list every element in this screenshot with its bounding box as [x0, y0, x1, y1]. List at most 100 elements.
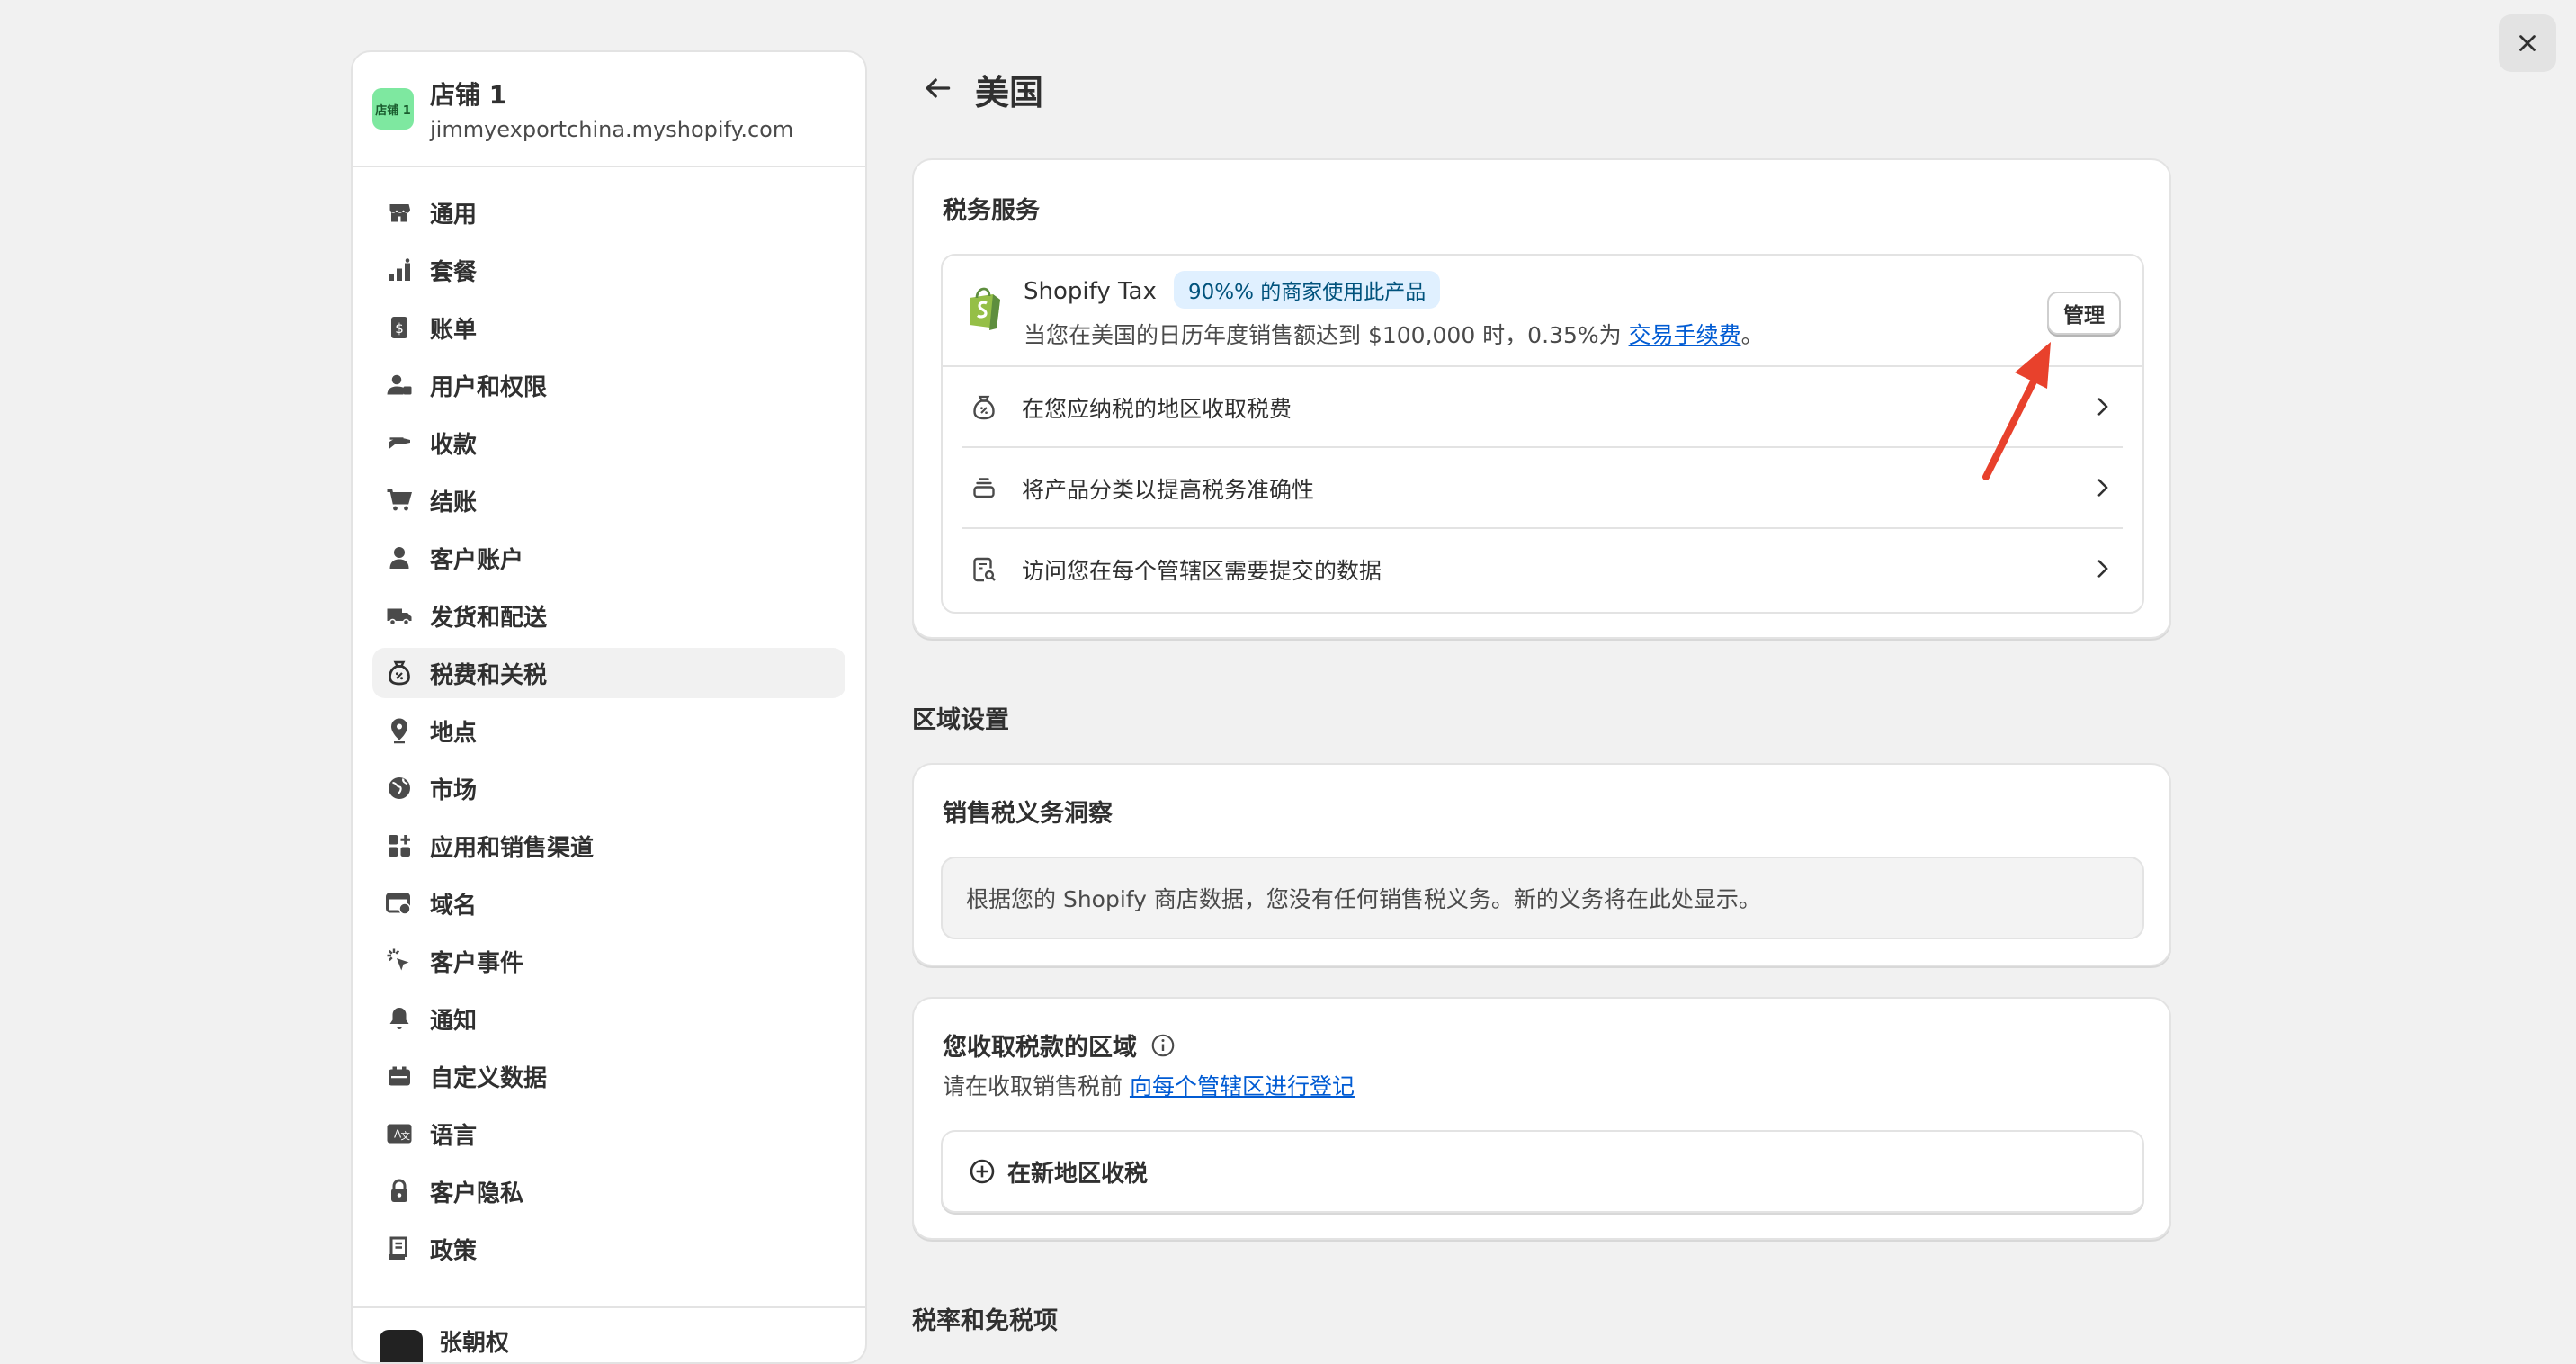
sidebar-item-languages[interactable]: A文 语言 — [372, 1108, 845, 1159]
info-icon[interactable] — [1149, 1032, 1176, 1059]
shopify-tax-header: Shopify Tax 90%% 的商家使用此产品 当您在美国的日历年度销售额达… — [943, 256, 2142, 367]
tax-regions-card: 您收取税款的区域 请在收取销售税前 向每个管辖区进行登记 在新地区收税 — [912, 997, 2171, 1240]
sidebar-item-label: 用户和权限 — [430, 373, 548, 401]
sidebar-item-general[interactable]: 通用 — [372, 187, 845, 238]
description-suffix: 。 — [1740, 322, 1764, 348]
person-icon — [385, 543, 414, 572]
payments-icon — [385, 428, 414, 457]
annotation-arrow — [1979, 333, 2060, 489]
regional-settings-heading: 区域设置 — [912, 706, 1009, 734]
tax-bag-icon — [970, 393, 998, 422]
svg-text:文: 文 — [401, 1130, 411, 1142]
lock-icon — [385, 1177, 414, 1206]
sidebar-item-label: 税费和关税 — [430, 661, 548, 689]
page-header: 美国 — [921, 65, 1043, 114]
insight-message: 根据您的 Shopify 商店数据，您没有任何销售税义务。新的义务将在此处显示。 — [966, 886, 1761, 912]
avatar — [380, 1330, 423, 1362]
store-url: jimmyexportchina.myshopify.com — [430, 117, 794, 142]
usage-badge: 90%% 的商家使用此产品 — [1173, 271, 1441, 309]
sidebar-item-label: 账单 — [430, 316, 478, 344]
sidebar-item-label: 自定义数据 — [430, 1064, 548, 1092]
sidebar-item-label: 市场 — [430, 776, 478, 804]
sidebar-item-plan[interactable]: 套餐 — [372, 245, 845, 295]
add-region-label: 在新地区收税 — [1007, 1160, 1149, 1188]
shopify-tax-name: Shopify Tax — [1024, 278, 1157, 305]
insight-message-box: 根据您的 Shopify 商店数据，您没有任何销售税义务。新的义务将在此处显示。 — [941, 857, 2144, 939]
chevron-right-icon — [2090, 475, 2115, 504]
row-label: 在您应纳税的地区收取税费 — [1022, 396, 1292, 422]
register-link[interactable]: 向每个管辖区进行登记 — [1130, 1073, 1355, 1099]
sidebar-item-taxes[interactable]: 税费和关税 — [372, 648, 845, 698]
tax-regions-title: 您收取税款的区域 — [943, 1034, 1137, 1062]
user-account[interactable]: 张朝权 — [353, 1306, 865, 1362]
tax-regions-title-row: 您收取税款的区域 — [943, 1027, 1176, 1063]
plus-circle-icon — [968, 1157, 997, 1186]
billing-icon: $ — [385, 313, 414, 342]
chevron-right-icon — [2090, 394, 2115, 423]
sidebar-item-shipping[interactable]: 发货和配送 — [372, 590, 845, 641]
sidebar-item-label: 客户事件 — [430, 949, 524, 977]
sidebar-item-label: 套餐 — [430, 258, 478, 286]
sidebar-item-apps[interactable]: 应用和销售渠道 — [372, 821, 845, 871]
metafield-icon — [385, 1062, 414, 1090]
shopify-logo-icon — [962, 285, 1006, 336]
add-region-button[interactable]: 在新地区收税 — [941, 1130, 2144, 1213]
sidebar-item-privacy[interactable]: 客户隐私 — [372, 1166, 845, 1216]
chevron-right-icon — [2090, 556, 2115, 585]
store-icon — [385, 198, 414, 227]
sidebar-item-custom-data[interactable]: 自定义数据 — [372, 1051, 845, 1101]
manage-button[interactable]: 管理 — [2047, 292, 2121, 335]
row-label: 访问您在每个管辖区需要提交的数据 — [1022, 558, 1382, 584]
description-text: 当您在美国的日历年度销售额达到 $100,000 时，0.35%为 — [1024, 322, 1629, 348]
tax-bag-icon — [385, 659, 414, 687]
close-button[interactable] — [2499, 14, 2556, 72]
sidebar-item-customer-events[interactable]: 客户事件 — [372, 936, 845, 986]
product-stack-icon — [970, 474, 998, 503]
sidebar-item-label: 地点 — [430, 719, 478, 747]
back-arrow-icon[interactable] — [921, 72, 953, 108]
sidebar-item-label: 应用和销售渠道 — [430, 834, 595, 862]
sidebar-item-customer-accounts[interactable]: 客户账户 — [372, 533, 845, 583]
apps-icon — [385, 831, 414, 860]
sidebar-item-label: 语言 — [430, 1122, 478, 1150]
row-label: 将产品分类以提高税务准确性 — [1022, 477, 1315, 503]
rates-exemptions-heading: 税率和免税项 — [912, 1307, 1058, 1335]
sidebar-item-payments[interactable]: 收款 — [372, 417, 845, 468]
insight-title: 销售税义务洞察 — [943, 800, 1113, 828]
sidebar-item-label: 政策 — [430, 1237, 478, 1265]
shopify-tax-box: Shopify Tax 90%% 的商家使用此产品 当您在美国的日历年度销售额达… — [941, 254, 2144, 614]
bell-icon — [385, 1004, 414, 1033]
sidebar-item-locations[interactable]: 地点 — [372, 705, 845, 756]
svg-text:$: $ — [395, 320, 404, 337]
location-icon — [385, 716, 414, 745]
store-switcher[interactable]: 店铺 1 店铺 1 jimmyexportchina.myshopify.com — [353, 52, 865, 167]
sidebar-item-users[interactable]: 用户和权限 — [372, 360, 845, 410]
sidebar-item-label: 收款 — [430, 431, 478, 459]
tax-obligation-insight-card: 销售税义务洞察 根据您的 Shopify 商店数据，您没有任何销售税义务。新的义… — [912, 763, 2171, 966]
filing-data-row[interactable]: 访问您在每个管辖区需要提交的数据 — [943, 529, 2142, 610]
sidebar-item-label: 通用 — [430, 201, 478, 229]
shopify-tax-description: 当您在美国的日历年度销售额达到 $100,000 时，0.35%为 交易手续费。 — [1024, 318, 1764, 350]
sidebar-item-checkout[interactable]: 结账 — [372, 475, 845, 525]
cart-icon — [385, 486, 414, 515]
policy-icon — [385, 1234, 414, 1263]
globe-icon — [385, 774, 414, 803]
page-title: 美国 — [975, 73, 1044, 112]
sidebar-item-billing[interactable]: $ 账单 — [372, 302, 845, 353]
sidebar-item-domains[interactable]: 域名 — [372, 878, 845, 929]
collect-tax-row[interactable]: 在您应纳税的地区收取税费 — [943, 367, 2142, 448]
transaction-fee-link[interactable]: 交易手续费 — [1629, 322, 1741, 348]
sidebar-item-markets[interactable]: 市场 — [372, 763, 845, 813]
sidebar-item-label: 通知 — [430, 1007, 478, 1035]
store-name: 店铺 1 — [430, 80, 507, 110]
plan-icon — [385, 256, 414, 284]
sidebar-item-label: 域名 — [430, 892, 478, 920]
settings-nav: 通用 套餐 $ 账单 用户和权限 收款 结账 客户账户 发货和配送 税费和关税 … — [353, 167, 865, 1274]
report-search-icon — [970, 555, 998, 584]
sidebar-item-policies[interactable]: 政策 — [372, 1224, 845, 1274]
tax-services-title: 税务服务 — [943, 197, 1040, 225]
sidebar-item-label: 客户账户 — [430, 546, 524, 574]
categorize-products-row[interactable]: 将产品分类以提高税务准确性 — [943, 448, 2142, 529]
subtitle-text: 请在收取销售税前 — [943, 1073, 1130, 1099]
sidebar-item-notifications[interactable]: 通知 — [372, 993, 845, 1044]
